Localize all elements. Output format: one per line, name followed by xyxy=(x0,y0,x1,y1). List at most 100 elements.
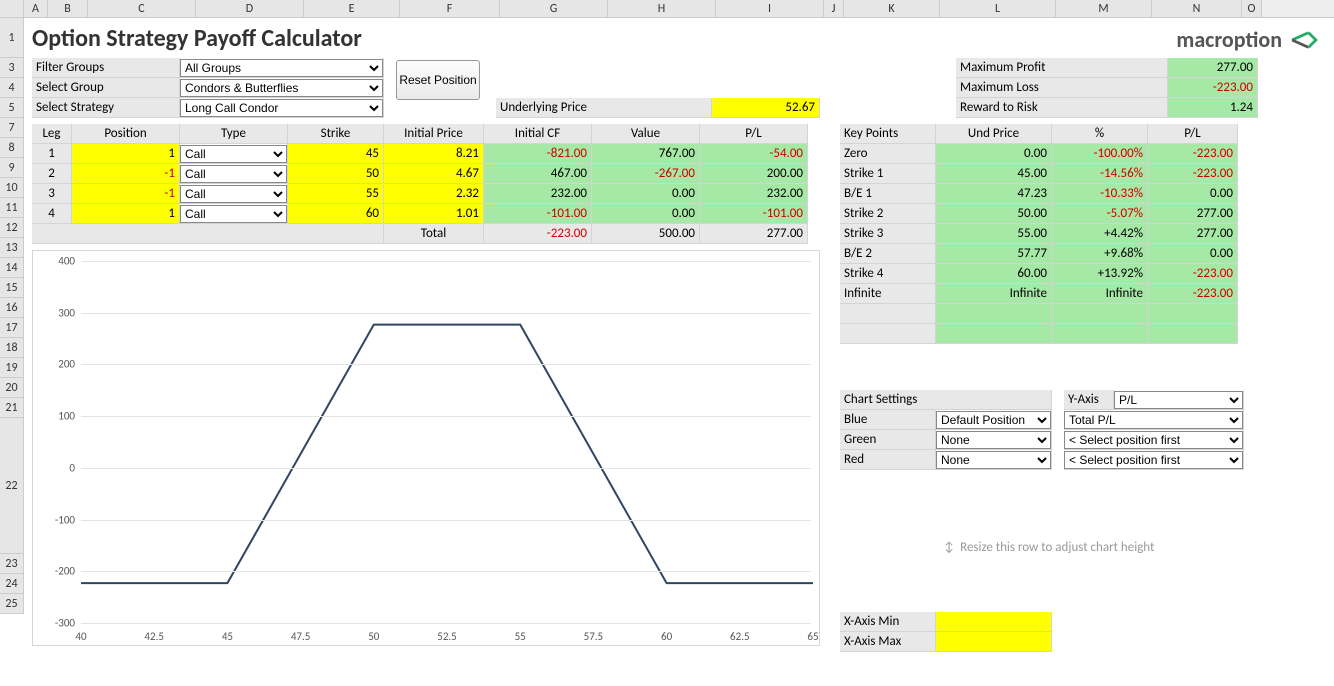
leg-position[interactable]: -1 xyxy=(72,184,180,204)
red-series-dropdown[interactable]: None xyxy=(936,451,1051,469)
col-header[interactable]: F xyxy=(400,0,500,17)
leg-num: 1 xyxy=(32,144,72,164)
xaxis-min-input[interactable] xyxy=(936,612,1052,632)
green-series-extra-dropdown[interactable]: < Select position first xyxy=(1064,431,1243,449)
row-header[interactable]: 24 xyxy=(0,574,24,594)
leg-initial-cf: -101.00 xyxy=(484,204,592,224)
leg-type-dropdown[interactable]: Call xyxy=(180,205,287,223)
xaxis-max-input[interactable] xyxy=(936,632,1052,652)
keypoint-cell: -100.00% xyxy=(1052,144,1148,164)
legs-header-cell: Position xyxy=(72,124,180,144)
legs-header-cell: Initial CF xyxy=(484,124,592,144)
keypoints-header-cell: % xyxy=(1052,124,1148,144)
blue-series-extra-dropdown[interactable]: Total P/L xyxy=(1064,411,1243,429)
yaxis-label: Y-Axis xyxy=(1064,390,1114,410)
max-loss-label: Maximum Loss xyxy=(956,78,1168,98)
leg-type-dropdown[interactable]: Call xyxy=(180,185,287,203)
leg-initial-cf: 232.00 xyxy=(484,184,592,204)
col-header[interactable]: D xyxy=(196,0,304,17)
underlying-price-value[interactable]: 52.67 xyxy=(712,98,820,118)
leg-position[interactable]: 1 xyxy=(72,144,180,164)
legs-header-cell: Initial Price xyxy=(384,124,484,144)
keypoint-cell: 57.77 xyxy=(936,244,1052,264)
leg-pl: -101.00 xyxy=(700,204,808,224)
row-header[interactable]: 21 xyxy=(0,398,24,418)
xtick-label: 60 xyxy=(661,630,672,643)
keypoint-cell: Zero xyxy=(840,144,936,164)
row-header[interactable]: 11 xyxy=(0,198,24,218)
row-header[interactable]: 9 xyxy=(0,158,24,178)
keypoint-row: InfiniteInfiniteInfinite-223.00 xyxy=(840,284,1238,304)
row-header[interactable]: 1 xyxy=(0,18,24,58)
row-header[interactable]: 8 xyxy=(0,138,24,158)
row-header[interactable]: 18 xyxy=(0,338,24,358)
chart-settings-title: Chart Settings xyxy=(840,390,1052,410)
row-header[interactable]: 23 xyxy=(0,554,24,574)
col-header[interactable]: K xyxy=(844,0,940,17)
leg-strike[interactable]: 50 xyxy=(288,164,384,184)
select-strategy-dropdown[interactable]: Long Call Condor xyxy=(180,99,383,117)
xtick-label: 65 xyxy=(807,630,818,643)
blue-series-dropdown[interactable]: Default Position xyxy=(936,411,1051,429)
col-header[interactable]: N xyxy=(1152,0,1242,17)
col-header[interactable]: G xyxy=(500,0,608,17)
red-series-extra-dropdown[interactable]: < Select position first xyxy=(1064,451,1243,469)
select-group-dropdown[interactable]: Condors & Butterflies xyxy=(180,79,383,97)
col-header[interactable]: M xyxy=(1056,0,1152,17)
filter-groups-dropdown[interactable]: All Groups xyxy=(180,59,383,77)
keypoint-cell: 45.00 xyxy=(936,164,1052,184)
row-header[interactable]: 12 xyxy=(0,218,24,238)
keypoint-empty xyxy=(840,304,936,324)
leg-type-dropdown[interactable]: Call xyxy=(180,145,287,163)
keypoint-row: Strike 355.00+4.42%277.00 xyxy=(840,224,1238,244)
col-header[interactable]: I xyxy=(716,0,824,17)
underlying-price-label: Underlying Price xyxy=(496,98,712,118)
col-header[interactable]: B xyxy=(48,0,88,17)
leg-initial-price[interactable]: 1.01 xyxy=(384,204,484,224)
xtick-label: 47.5 xyxy=(291,630,311,643)
row-header[interactable]: 25 xyxy=(0,594,24,614)
row-header[interactable]: 5 xyxy=(0,98,24,118)
leg-initial-price[interactable]: 2.32 xyxy=(384,184,484,204)
col-header[interactable]: J xyxy=(824,0,844,17)
col-header[interactable]: L xyxy=(940,0,1056,17)
row-header[interactable]: 20 xyxy=(0,378,24,398)
row-header[interactable]: 15 xyxy=(0,278,24,298)
leg-strike[interactable]: 60 xyxy=(288,204,384,224)
row-header[interactable]: 17 xyxy=(0,318,24,338)
leg-position[interactable]: -1 xyxy=(72,164,180,184)
leg-initial-price[interactable]: 4.67 xyxy=(384,164,484,184)
leg-type-dropdown[interactable]: Call xyxy=(180,165,287,183)
row-header[interactable]: 19 xyxy=(0,358,24,378)
green-series-dropdown[interactable]: None xyxy=(936,431,1051,449)
keypoint-cell: +9.68% xyxy=(1052,244,1148,264)
row-header[interactable]: 14 xyxy=(0,258,24,278)
row-header[interactable]: 4 xyxy=(0,78,24,98)
leg-initial-price[interactable]: 8.21 xyxy=(384,144,484,164)
yaxis-dropdown[interactable]: P/L xyxy=(1114,391,1243,409)
col-header[interactable]: A xyxy=(24,0,48,17)
ytick-label: -300 xyxy=(39,617,75,630)
ytick-label: -200 xyxy=(39,565,75,578)
col-header[interactable]: E xyxy=(304,0,400,17)
row-header[interactable]: 13 xyxy=(0,238,24,258)
keypoint-cell: -223.00 xyxy=(1148,284,1238,304)
col-header[interactable]: C xyxy=(88,0,196,17)
xtick-label: 40 xyxy=(75,630,86,643)
col-header[interactable]: H xyxy=(608,0,716,17)
keypoint-row: Zero0.00-100.00%-223.00 xyxy=(840,144,1238,164)
row-header[interactable]: 22 xyxy=(0,418,24,554)
row-header[interactable]: 10 xyxy=(0,178,24,198)
leg-initial-cf: -821.00 xyxy=(484,144,592,164)
col-header[interactable]: O xyxy=(1242,0,1262,17)
row-header[interactable]: 3 xyxy=(0,58,24,78)
keypoint-cell: 60.00 xyxy=(936,264,1052,284)
leg-strike[interactable]: 55 xyxy=(288,184,384,204)
leg-position[interactable]: 1 xyxy=(72,204,180,224)
row-header[interactable]: 7 xyxy=(0,118,24,138)
keypoint-cell: -5.07% xyxy=(1052,204,1148,224)
reset-position-button[interactable]: Reset Position xyxy=(396,60,480,100)
leg-strike[interactable]: 45 xyxy=(288,144,384,164)
keypoint-cell: Strike 4 xyxy=(840,264,936,284)
row-header[interactable]: 16 xyxy=(0,298,24,318)
